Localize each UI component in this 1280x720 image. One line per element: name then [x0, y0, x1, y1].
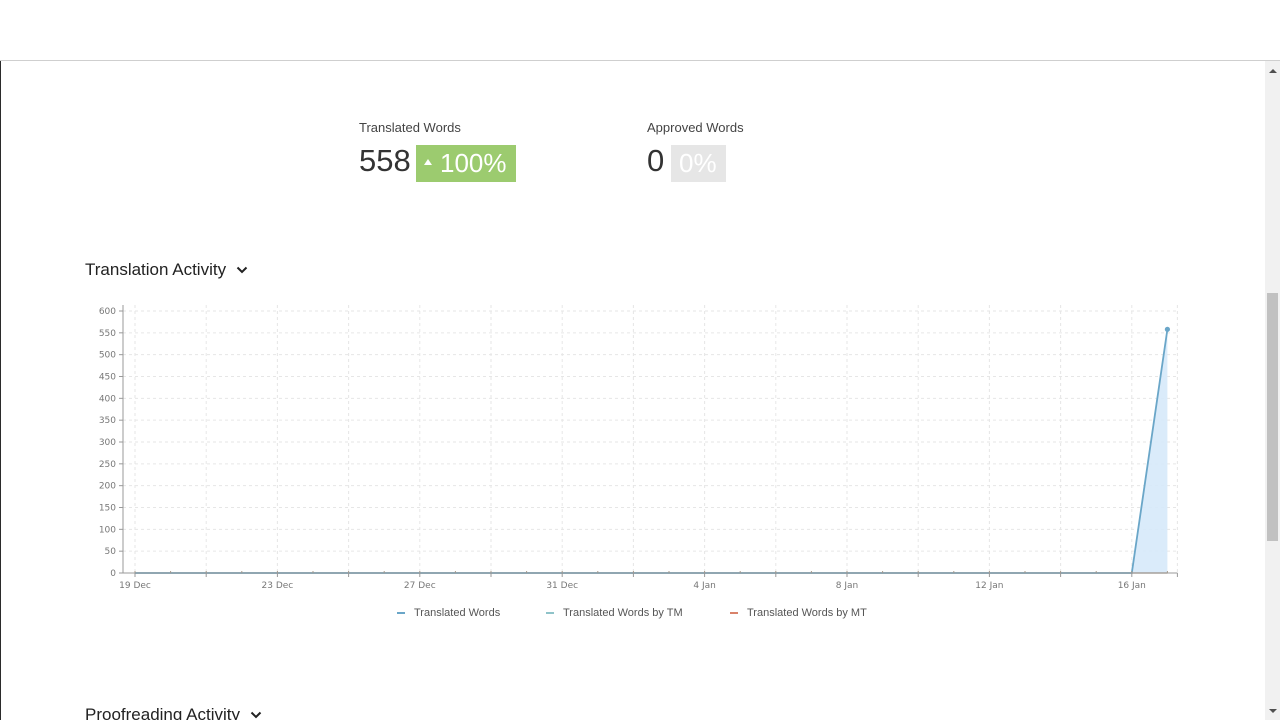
y-tick-label: 50	[105, 547, 117, 557]
x-tick-label: 27 Dec	[404, 581, 436, 591]
y-tick-label: 200	[99, 482, 116, 492]
series-line-translated	[135, 329, 1169, 574]
y-tick-label: 300	[99, 438, 116, 448]
y-tick-label: 400	[99, 394, 116, 404]
arrow-down-icon	[1268, 708, 1277, 713]
scroll-thumb[interactable]	[1267, 293, 1278, 541]
chart-area-layer	[135, 329, 1168, 573]
x-tick-label: 16 Jan	[1118, 581, 1146, 591]
dashboard-content: Translated Words 558 100% Approved Words…	[0, 61, 1265, 720]
top-bar	[0, 0, 1280, 61]
chart-y-ticks: 0 50 100 150 200 250 300 350 400 450 500 550 600	[99, 307, 123, 579]
chart-x-ticks: 19 Dec 23 Dec 27 Dec 31 Dec 4 Jan 8 Jan 12 Jan…	[119, 573, 1178, 591]
x-tick-label: 12 Jan	[975, 581, 1003, 591]
y-tick-label: 250	[99, 460, 116, 470]
legend-item-mt[interactable]: Translated Words by MT	[730, 607, 867, 619]
legend-swatch-translated	[397, 612, 405, 614]
y-tick-label: 150	[99, 504, 116, 514]
scroll-down-button[interactable]	[1265, 703, 1280, 718]
legend-swatch-tm	[546, 612, 554, 614]
x-tick-label: 19 Dec	[119, 581, 151, 591]
proofreading-activity-title: Proofreading Activity	[85, 705, 240, 720]
legend-label-mt: Translated Words by MT	[747, 607, 867, 619]
arrow-up-icon	[1268, 68, 1277, 73]
proofreading-activity-toggle[interactable]: Proofreading Activity	[85, 705, 262, 720]
y-tick-label: 100	[99, 525, 116, 535]
series-area-translated	[135, 329, 1168, 573]
legend-label-translated: Translated Words	[414, 607, 501, 619]
legend-item-tm[interactable]: Translated Words by TM	[546, 607, 683, 619]
vertical-scrollbar[interactable]	[1265, 61, 1280, 720]
y-tick-label: 600	[99, 307, 116, 317]
y-tick-label: 550	[99, 329, 116, 339]
chart-grid-vertical	[134, 305, 1178, 573]
y-tick-label: 500	[99, 351, 116, 361]
chart-grid-horizontal	[123, 310, 1178, 574]
legend-swatch-mt	[730, 612, 738, 614]
x-tick-label: 4 Jan	[693, 581, 715, 591]
translation-activity-chart: 0 50 100 150 200 250 300 350 400 450 500 550 600 19 …	[99, 305, 1178, 591]
chevron-down-icon	[250, 711, 262, 719]
y-tick-label: 450	[99, 373, 116, 383]
x-tick-label: 31 Dec	[546, 581, 578, 591]
chart-legend: Translated Words Translated Words by TM …	[1, 607, 1265, 625]
data-point	[1164, 326, 1170, 332]
legend-label-tm: Translated Words by TM	[563, 607, 683, 619]
y-tick-label: 350	[99, 416, 116, 426]
chart-line-layer	[134, 326, 1170, 574]
y-tick-label: 0	[110, 569, 116, 579]
chart-axes	[122, 305, 1178, 574]
x-tick-label: 8 Jan	[836, 581, 858, 591]
legend-item-translated[interactable]: Translated Words	[397, 607, 500, 619]
x-tick-label: 23 Dec	[262, 581, 294, 591]
scroll-up-button[interactable]	[1265, 63, 1280, 78]
